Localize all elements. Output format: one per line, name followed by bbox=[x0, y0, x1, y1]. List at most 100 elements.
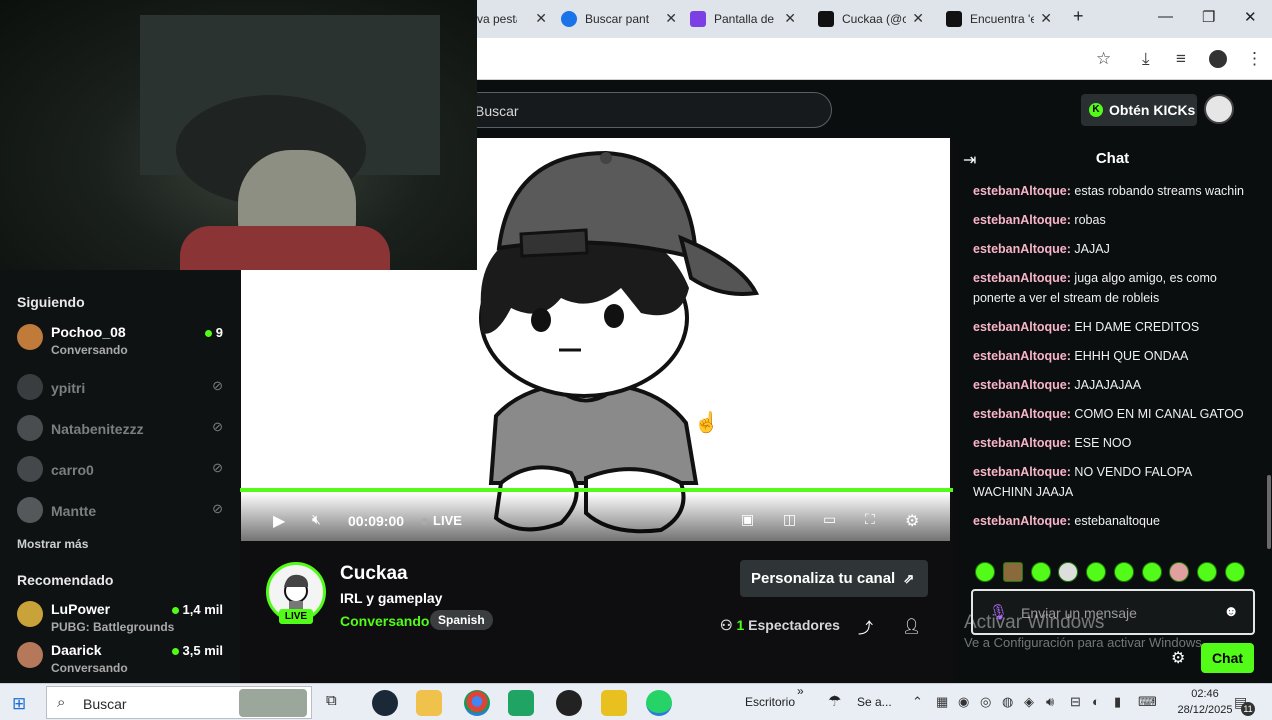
emoji-picker-icon[interactable]: ☻ bbox=[1223, 603, 1239, 620]
customize-channel-button[interactable]: Personaliza tu canal ⇗ bbox=[740, 560, 928, 597]
play-icon[interactable]: ▶ bbox=[273, 511, 285, 531]
emote-icon[interactable] bbox=[1197, 562, 1218, 582]
download-icon[interactable]: ⤓ bbox=[1142, 49, 1150, 69]
fullscreen-icon[interactable]: ⛶ bbox=[865, 511, 875, 528]
bookmark-star-icon[interactable]: ☆ bbox=[1096, 49, 1111, 69]
chat-username[interactable]: estebanAltoque: bbox=[973, 184, 1071, 198]
chat-username[interactable]: estebanAltoque: bbox=[973, 320, 1071, 334]
microphone-tray-icon[interactable]: ▮ bbox=[1114, 694, 1121, 710]
chat-username[interactable]: estebanAltoque: bbox=[973, 271, 1071, 285]
emote-icon[interactable] bbox=[975, 562, 995, 582]
tray-app-icon[interactable]: ◈ bbox=[1024, 694, 1034, 710]
file-explorer-icon[interactable] bbox=[416, 690, 442, 716]
theater-mode-icon[interactable]: ▭ bbox=[823, 511, 836, 528]
task-view-icon[interactable]: ⧉ bbox=[326, 692, 337, 709]
language-tag[interactable]: Spanish bbox=[430, 610, 493, 630]
chat-settings-gear-icon[interactable]: ⚙ bbox=[1171, 648, 1185, 668]
emote-icon[interactable] bbox=[1224, 562, 1245, 582]
external-link-icon: ⇗ bbox=[903, 571, 915, 586]
tiktok-icon bbox=[818, 11, 834, 27]
tray-app-icon[interactable]: ◍ bbox=[1002, 694, 1013, 710]
avatar bbox=[17, 642, 43, 668]
desktop-toolbar-label[interactable]: Escritorio bbox=[745, 695, 795, 709]
emote-icon[interactable] bbox=[1141, 562, 1162, 582]
webcam-person-shirt bbox=[180, 226, 390, 270]
chat-username[interactable]: estebanAltoque: bbox=[973, 465, 1071, 479]
add-user-icon[interactable]: 👤︎ bbox=[902, 617, 921, 635]
sidebar-item-lupower[interactable]: LuPower PUBG: Battlegrounds 1,4 mil bbox=[17, 599, 227, 635]
live-indicator[interactable]: LIVE bbox=[421, 513, 462, 528]
tray-chrome-icon[interactable]: ◎ bbox=[980, 694, 991, 710]
get-kicks-button[interactable]: K Obtén KICKs bbox=[1081, 94, 1197, 126]
media-control-icon[interactable]: ≡ bbox=[1176, 49, 1186, 69]
tray-steam-icon[interactable]: ◐ bbox=[1092, 694, 1100, 709]
network-icon[interactable]: ⊟ bbox=[1070, 694, 1081, 710]
browser-tab[interactable]: Buscar pant ✕ bbox=[561, 6, 677, 32]
windows-start-icon[interactable]: ⊞ bbox=[12, 694, 26, 714]
emote-icon[interactable] bbox=[1113, 562, 1134, 582]
restore-icon[interactable]: ❐ bbox=[1202, 8, 1215, 26]
app-icon[interactable] bbox=[601, 690, 627, 716]
chat-username[interactable]: estebanAltoque: bbox=[973, 242, 1071, 256]
sidebar-item-mantte[interactable]: Mantte ⊘ bbox=[17, 495, 227, 531]
close-icon[interactable]: ✕ bbox=[912, 10, 924, 27]
close-icon[interactable]: ✕ bbox=[1040, 10, 1052, 27]
share-icon[interactable]: ⤴ bbox=[858, 617, 873, 638]
show-more-link[interactable]: Mostrar más bbox=[17, 537, 88, 551]
channel-name[interactable]: Cuckaa bbox=[340, 563, 408, 585]
chat-username[interactable]: estebanAltoque: bbox=[973, 378, 1071, 392]
page-scrollbar[interactable] bbox=[1267, 475, 1271, 549]
mute-icon[interactable]: 🔇︎ bbox=[312, 511, 321, 528]
emote-icon[interactable] bbox=[1058, 562, 1079, 582]
chat-username[interactable]: estebanAltoque: bbox=[973, 407, 1071, 421]
minimize-icon[interactable]: — bbox=[1158, 8, 1173, 25]
sidebar-item-daarick[interactable]: Daarick Conversando 3,5 mil bbox=[17, 640, 227, 676]
emote-icon[interactable] bbox=[1030, 562, 1051, 582]
live-dot-icon bbox=[171, 607, 179, 614]
taskbar-search-box[interactable]: ⌕ Buscar bbox=[46, 686, 312, 719]
chat-username[interactable]: estebanAltoque: bbox=[973, 436, 1071, 450]
search-input[interactable]: Buscar bbox=[460, 92, 832, 128]
close-icon[interactable]: ✕ bbox=[665, 10, 677, 27]
whatsapp-icon[interactable] bbox=[646, 690, 672, 716]
cast-icon[interactable]: ◫ bbox=[783, 511, 796, 528]
stream-category[interactable]: Conversando bbox=[340, 613, 429, 629]
taskbar-clock[interactable]: 02:46 28/12/2025 bbox=[1176, 686, 1234, 718]
chat-username[interactable]: estebanAltoque: bbox=[973, 349, 1071, 363]
steam-icon[interactable] bbox=[372, 690, 398, 716]
chrome-icon[interactable] bbox=[464, 690, 490, 716]
sidebar-item-carro0[interactable]: carro0 ⊘ bbox=[17, 454, 227, 490]
browser-tab[interactable]: Cuckaa (@c ✕ bbox=[818, 6, 924, 32]
sidebar-item-pochoo[interactable]: Pochoo_08 Conversando 9 bbox=[17, 322, 227, 358]
user-avatar[interactable] bbox=[1204, 94, 1234, 124]
app-icon[interactable] bbox=[508, 690, 534, 716]
miniplayer-icon[interactable]: ▣ bbox=[741, 511, 754, 528]
search-placeholder: Buscar bbox=[475, 103, 519, 119]
obs-icon[interactable] bbox=[556, 690, 582, 716]
send-chat-button[interactable]: Chat bbox=[1201, 643, 1254, 673]
profile-icon[interactable] bbox=[1209, 50, 1227, 68]
new-tab-button[interactable]: + bbox=[1073, 6, 1084, 27]
volume-icon[interactable]: 🔊︎ bbox=[1046, 694, 1054, 710]
chat-username[interactable]: estebanAltoque: bbox=[973, 213, 1071, 227]
menu-kebab-icon[interactable]: ⋮ bbox=[1246, 49, 1263, 69]
settings-gear-icon[interactable]: ⚙ bbox=[905, 511, 919, 531]
toolbar-expand-icon[interactable]: » bbox=[797, 684, 804, 698]
tray-expand-icon[interactable]: ⌃ bbox=[912, 694, 923, 710]
emote-icon[interactable] bbox=[1002, 562, 1023, 582]
close-icon[interactable]: ✕ bbox=[784, 10, 796, 27]
keyboard-icon[interactable]: ⌨ bbox=[1138, 694, 1157, 710]
close-window-icon[interactable]: ✕ bbox=[1244, 8, 1257, 26]
browser-tab[interactable]: Pantalla de t ✕ bbox=[690, 6, 796, 32]
emote-icon[interactable] bbox=[1169, 562, 1190, 582]
chat-username[interactable]: estebanAltoque: bbox=[973, 514, 1071, 528]
emote-icon[interactable] bbox=[1086, 562, 1107, 582]
close-icon[interactable]: ✕ bbox=[535, 10, 547, 27]
sidebar-item-natabenitezzz[interactable]: Natabenitezzz ⊘ bbox=[17, 413, 227, 449]
browser-tab[interactable]: va pesta ✕ bbox=[477, 6, 547, 32]
tray-app-icon[interactable]: ▦ bbox=[936, 694, 948, 710]
sidebar-item-ypitri[interactable]: ypitri ⊘ bbox=[17, 372, 227, 408]
tray-discord-icon[interactable]: ◉ bbox=[958, 694, 969, 710]
browser-tab[interactable]: Encuentra 'e ✕ bbox=[946, 6, 1052, 32]
weather-label[interactable]: Se a... bbox=[857, 695, 892, 709]
